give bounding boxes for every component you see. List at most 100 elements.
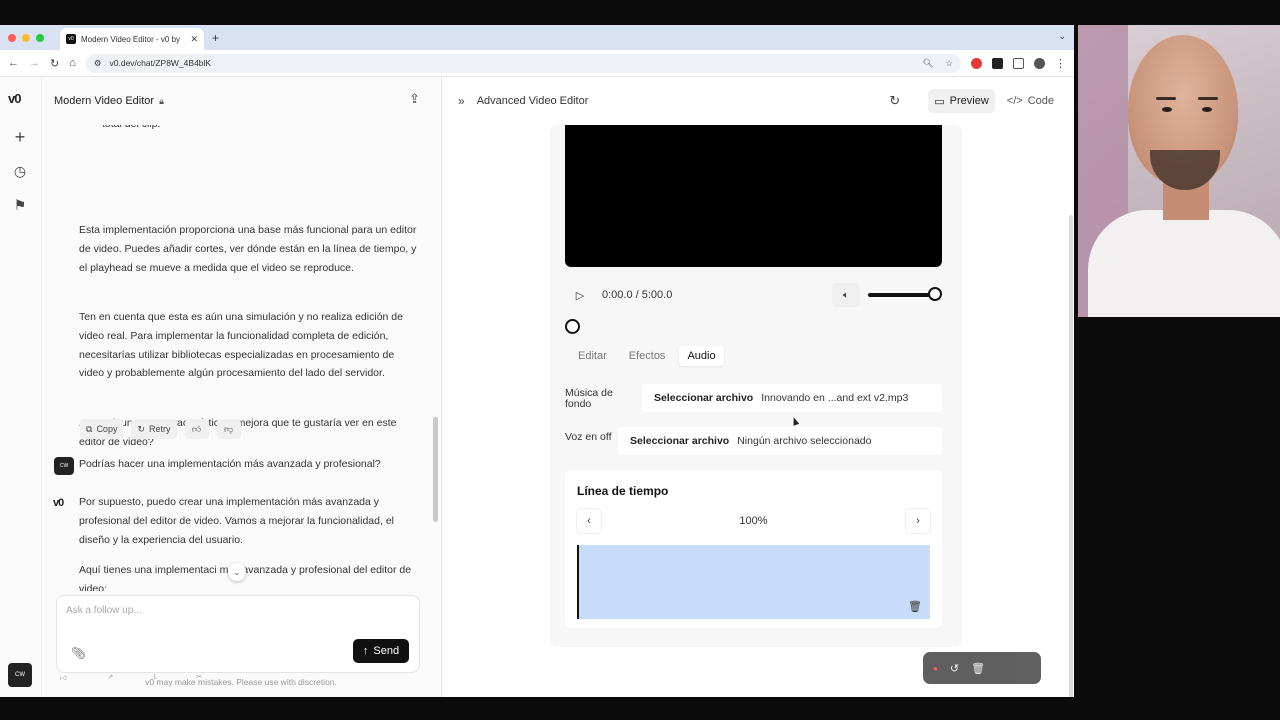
preview-icon: ▭ — [934, 95, 945, 108]
download-icon-faint: ⤓ — [153, 673, 157, 680]
copy-icon: ⧉ — [86, 423, 93, 434]
code-icon: </> — [1006, 95, 1023, 107]
music-select-button[interactable]: Seleccionar archivo — [654, 392, 753, 404]
browser-tab[interactable]: v0 Modern Video Editor - v0 by ✕ — [60, 28, 204, 50]
retry-button[interactable]: ↻ Retry — [131, 419, 177, 439]
url-bar[interactable]: ⚙ v0.dev/chat/ZP8W_4B4blK 🔍︎ ☆ — [85, 53, 961, 73]
copy-label: Copy — [96, 424, 118, 434]
window-controls — [8, 33, 44, 42]
kebab-menu-icon[interactable]: ⋮ — [1055, 57, 1066, 70]
copy-button[interactable]: ⧉ Copy — [80, 419, 124, 439]
video-player[interactable] — [565, 125, 942, 267]
zoom-out-chevron-left-icon[interactable]: ‹ — [577, 509, 601, 533]
presenter-beard — [1150, 150, 1220, 190]
volume-slider[interactable] — [868, 293, 934, 297]
background-video-bar: 👍︎ ↗ ⤓ ✂ — [0, 662, 1074, 692]
music-label: Música de fondo — [565, 387, 613, 410]
voiceover-file-input[interactable]: Seleccionar archivo Ningún archivo selec… — [618, 427, 942, 455]
preview-header: » Advanced Video Editor ↻ ▭ Preview </> Co… — [442, 77, 1074, 125]
thumbs-down-button[interactable]: 👎︎ — [216, 419, 241, 439]
presenter-brow — [1156, 97, 1176, 100]
close-window-button[interactable] — [8, 33, 16, 42]
follow-up-input[interactable]: Ask a follow up... — [66, 605, 142, 616]
history-clock-icon[interactable]: ◷ — [12, 163, 28, 179]
restart-icon[interactable]: ↺ — [950, 662, 959, 675]
address-toolbar: ← → ↻ ⌂ ⚙ v0.dev/chat/ZP8W_4B4blK 🔍︎ ☆ ⋮ — [0, 50, 1074, 77]
chat-header: Modern Video Editor 🔒︎ ⇪ — [42, 77, 440, 125]
presenter-eye — [1202, 107, 1212, 112]
tab-efectos[interactable]: Efectos — [621, 346, 674, 366]
message-actions: ⧉ Copy ↻ Retry 👍︎ 👎︎ — [80, 419, 241, 439]
refresh-preview-icon[interactable]: ↻ — [889, 93, 900, 109]
recording-controls: ● ↺ 🗑︎ — [923, 652, 1041, 684]
like-icon: 👍︎ — [60, 674, 68, 682]
tab-editar[interactable]: Editar — [570, 346, 615, 366]
view-toggle: ↻ ▭ Preview </> Code — [889, 89, 1060, 113]
minimize-window-button[interactable] — [22, 33, 30, 42]
assistant-paragraph: Por supuesto, puedo crear una implementa… — [79, 496, 394, 546]
presenter-shirt — [1088, 210, 1280, 317]
zoom-in-chevron-right-icon[interactable]: › — [905, 509, 930, 533]
play-icon[interactable]: ▷ — [570, 283, 590, 307]
preview-canvas: ▷ 0:00.0 / 5:00.0 🔈︎ Editar Efectos Audi… — [442, 125, 1074, 697]
v0-logo[interactable]: v0 — [8, 91, 22, 106]
code-tab[interactable]: </> Code — [1001, 89, 1060, 113]
close-tab-icon[interactable]: ✕ — [190, 34, 198, 45]
profile-icon[interactable] — [1034, 57, 1045, 69]
record-dot-icon[interactable]: ● — [933, 664, 938, 673]
voiceover-select-button[interactable]: Seleccionar archivo — [630, 435, 729, 447]
user-avatar-small: CW — [54, 457, 74, 475]
project-title[interactable]: Modern Video Editor — [54, 95, 154, 107]
share-icon-faint: ↗ — [107, 674, 114, 681]
timeline-zoom: ‹ 100% › — [577, 508, 930, 534]
chat-panel: Modern Video Editor 🔒︎ ⇪ total del clip.… — [42, 77, 440, 697]
reload-icon[interactable]: ↻ — [50, 57, 59, 70]
assistant-paragraph: Ten en cuenta que esta es aún una simula… — [79, 311, 403, 380]
back-icon[interactable]: ← — [8, 57, 19, 69]
flag-icon[interactable]: ⚑ — [12, 197, 28, 213]
music-file-input[interactable]: Seleccionar archivo Innovando en ...and … — [642, 384, 942, 412]
scroll-down-icon[interactable]: ⌄ — [228, 563, 246, 581]
new-tab-icon[interactable]: + — [212, 31, 219, 45]
tab-search-chevron-icon[interactable]: ⌄ — [1058, 31, 1066, 42]
share-icon[interactable]: ⇪ — [409, 91, 420, 107]
timeline-track[interactable]: 🗑︎ — [577, 545, 930, 619]
browser-window: v0 Modern Video Editor - v0 by ✕ + ⌄ ← →… — [0, 25, 1074, 697]
timeline-title: Línea de tiempo — [577, 484, 669, 498]
tab-audio[interactable]: Audio — [679, 346, 724, 366]
code-tab-label: Code — [1027, 95, 1054, 107]
editor-tabs: Editar Efectos Audio — [570, 346, 724, 366]
preview-tab[interactable]: ▭ Preview — [928, 89, 995, 113]
home-icon[interactable]: ⌂ — [69, 57, 76, 69]
left-rail: v0 + ◷ ⚑ CW — [0, 77, 42, 697]
discard-trash-icon[interactable]: 🗑︎ — [971, 662, 985, 675]
user-message: Podrías hacer una implementación más ava… — [79, 458, 381, 470]
bookmark-star-icon[interactable]: ☆ — [945, 58, 953, 69]
opera-extension-icon[interactable] — [971, 57, 982, 69]
v0-app: v0 + ◷ ⚑ CW Modern Video Editor 🔒︎ ⇪ tot… — [0, 77, 1074, 697]
maximize-window-button[interactable] — [36, 33, 44, 42]
extension-icon[interactable] — [992, 57, 1003, 69]
volume-icon[interactable]: 🔈︎ — [832, 283, 860, 307]
music-file-name: Innovando en ...and ext v2.mp3 — [761, 392, 909, 404]
site-info-icon[interactable]: ⚙ — [94, 58, 102, 69]
new-chat-plus-icon[interactable]: + — [12, 128, 28, 146]
preview-scrollbar[interactable] — [1069, 215, 1073, 697]
voiceover-file-name: Ningún archivo seleccionado — [737, 435, 872, 447]
voiceover-label: Voz en off — [565, 431, 612, 443]
puzzle-extensions-icon[interactable] — [1013, 57, 1024, 69]
preview-tab-label: Preview — [949, 95, 989, 107]
chat-scrollbar[interactable] — [433, 417, 438, 522]
playhead-scrubber[interactable] — [565, 319, 580, 334]
zoom-icon[interactable]: 🔍︎ — [923, 58, 934, 69]
assistant-paragraph: Aquí tienes una implementaci más avanzad… — [79, 564, 412, 591]
trash-icon[interactable]: 🗑︎ — [908, 600, 922, 613]
collapse-chevrons-icon[interactable]: » — [458, 94, 465, 108]
volume-slider-thumb[interactable] — [928, 287, 942, 301]
send-button[interactable]: ↑ Send — [353, 639, 409, 663]
attach-paperclip-icon[interactable]: 📎︎ — [71, 646, 86, 660]
forward-icon[interactable]: → — [29, 57, 40, 69]
thumbs-up-button[interactable]: 👍︎ — [184, 419, 209, 439]
clip-icon-faint: ✂ — [196, 674, 203, 681]
lock-icon: 🔒︎ — [159, 95, 164, 106]
